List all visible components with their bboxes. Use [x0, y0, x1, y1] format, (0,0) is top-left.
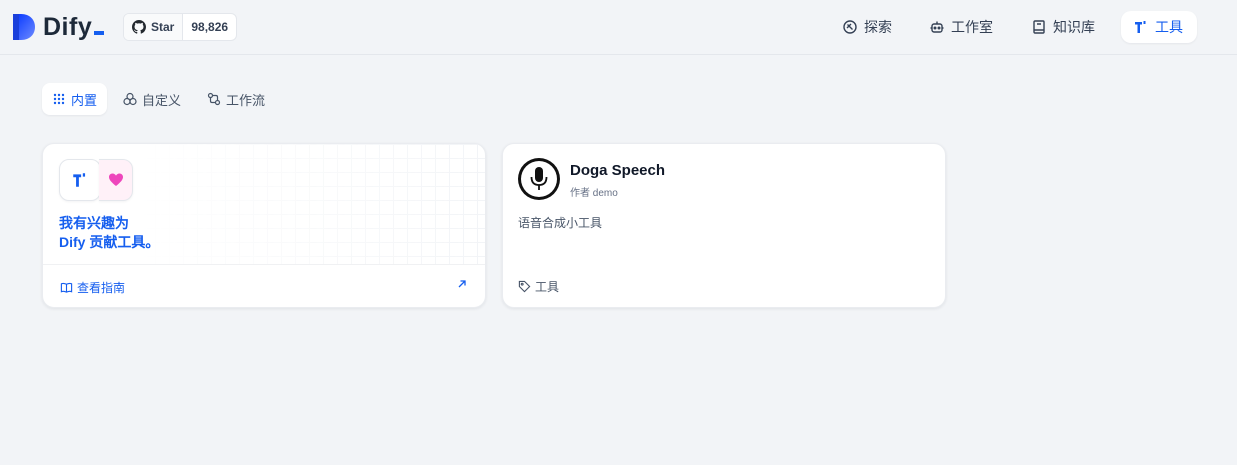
nav-studio-label: 工作室 [951, 19, 993, 35]
view-guide-label: 查看指南 [77, 281, 126, 295]
contribute-card[interactable]: 我有兴趣为 Dify 贡献工具。 查看指南 [42, 143, 486, 308]
top-navigation-bar: Dify Star 98,826 探索 工作室 知识库 工具 [0, 0, 1237, 55]
contribute-title: 我有兴趣为 Dify 贡献工具。 [59, 214, 359, 252]
tools-icon [1135, 21, 1146, 33]
external-arrow-icon[interactable] [457, 278, 467, 292]
nav-explore-label: 探索 [864, 19, 892, 35]
tab-custom[interactable]: 自定义 [113, 83, 191, 115]
github-icon [132, 20, 146, 34]
nav-knowledge[interactable]: 知识库 [1019, 11, 1107, 43]
tool-avatar [518, 158, 560, 200]
tag-icon [518, 280, 531, 293]
tab-workflow-label: 工作流 [226, 92, 266, 108]
custom-icon [123, 92, 137, 106]
tool-card[interactable]: Doga Speech 作者 demo 语音合成小工具 工具 [502, 143, 946, 308]
tool-name: Doga Speech [570, 162, 666, 179]
grid-dots-icon [53, 93, 65, 105]
tab-custom-label: 自定义 [142, 92, 182, 108]
nav-knowledge-label: 知识库 [1053, 19, 1095, 35]
open-book-icon [60, 282, 73, 293]
contribute-icons [59, 159, 133, 201]
tool-tag: 工具 [518, 278, 559, 295]
tool-category-tabs: 内置 自定义 工作流 [42, 83, 275, 115]
tool-author: 作者 demo [570, 188, 618, 199]
contribute-title-line2: Dify 贡献工具。 [59, 234, 160, 250]
github-star-count[interactable]: 98,826 [183, 14, 236, 40]
compass-icon [843, 20, 857, 34]
heart-badge [99, 159, 133, 201]
heart-icon [108, 173, 123, 186]
github-star-badge[interactable]: Star 98,826 [123, 13, 238, 41]
card-divider [43, 264, 485, 265]
dify-logo[interactable]: Dify [11, 12, 105, 42]
nav-explore[interactable]: 探索 [830, 11, 904, 43]
book-icon [1033, 20, 1045, 34]
microphone-icon [530, 167, 548, 190]
tools-icon [73, 173, 86, 187]
tab-workflow[interactable]: 工作流 [197, 83, 275, 115]
dify-logo-text: Dify [43, 13, 105, 42]
workflow-icon [207, 92, 221, 106]
tab-builtin[interactable]: 内置 [42, 83, 108, 115]
contribute-title-line1: 我有兴趣为 [59, 215, 129, 231]
nav-tools[interactable]: 工具 [1121, 11, 1197, 43]
robot-icon [930, 21, 944, 33]
nav-studio[interactable]: 工作室 [917, 11, 1005, 43]
github-star-label: Star [151, 20, 175, 34]
view-guide-link[interactable]: 查看指南 [60, 279, 125, 296]
nav-tools-label: 工具 [1155, 19, 1183, 35]
tool-tag-label: 工具 [535, 280, 560, 294]
tool-description: 语音合成小工具 [518, 216, 603, 230]
tools-badge [59, 159, 101, 201]
tab-builtin-label: 内置 [71, 92, 98, 108]
github-star-button[interactable]: Star [124, 14, 184, 40]
dify-logo-icon [13, 14, 35, 40]
